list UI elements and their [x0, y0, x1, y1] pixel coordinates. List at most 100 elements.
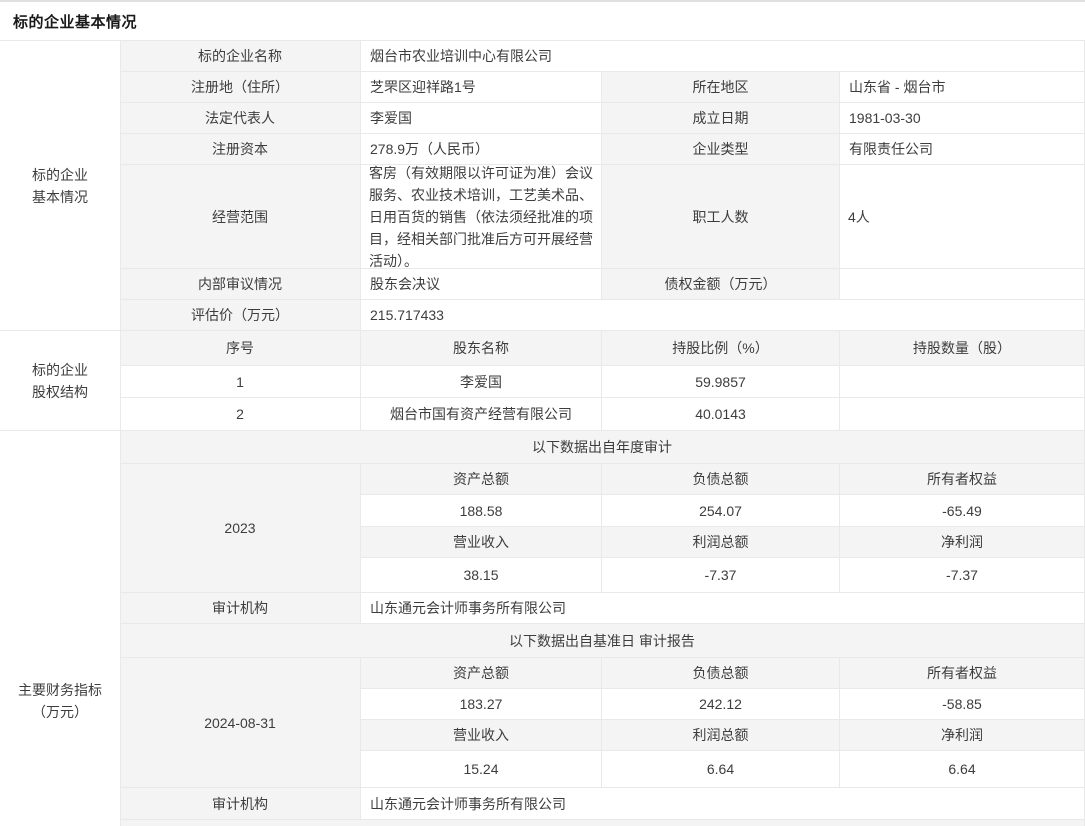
- finance-header-row: 营业收入 利润总额 净利润: [361, 720, 1085, 751]
- finance-header-total-liabilities: 负债总额: [602, 464, 840, 495]
- banner-row: 以下数据出自基准日 审计报告: [120, 624, 1085, 658]
- finance-header-net-profit: 净利润: [840, 527, 1085, 558]
- table-row: 审计机构 山东通元会计师事务所有限公司: [120, 788, 1085, 820]
- field-value-business-scope: 客房（有效期限以许可证为准）会议服务、农业技术培训，工艺美术品、日用百货的销售（…: [361, 165, 602, 269]
- finance-header-row: 资产总额 负债总额 所有者权益: [361, 658, 1085, 689]
- finance-block-annual: 2023 资产总额 负债总额 所有者权益 188.58 254.07 -65.4…: [120, 464, 1085, 593]
- field-label-business-scope: 经营范围: [120, 165, 361, 269]
- field-value-establish-date: 1981-03-30: [840, 103, 1085, 134]
- field-value-internal-review: 股东会决议: [361, 269, 602, 300]
- finance-header-total-profit: 利润总额: [602, 720, 840, 751]
- equity-ratio: 59.9857: [602, 366, 840, 398]
- equity-no: 2: [120, 398, 361, 431]
- field-label-company-name: 标的企业名称: [120, 41, 361, 72]
- finance-value-row: 183.27 242.12 -58.85: [361, 689, 1085, 720]
- equity-header-row: 序号 股东名称 持股比例（%） 持股数量（股）: [120, 331, 1085, 366]
- finance-header-total-profit: 利润总额: [602, 527, 840, 558]
- finance-header-total-liabilities: 负债总额: [602, 658, 840, 689]
- section-label-line: 股权结构: [32, 381, 88, 403]
- banner-annual-audit: 以下数据出自年度审计: [120, 431, 1085, 464]
- finance-header-owner-equity: 所有者权益: [840, 464, 1085, 495]
- field-label-internal-review: 内部审议情况: [120, 269, 361, 300]
- finance-value-net-profit: -7.37: [840, 558, 1085, 593]
- equity-shareholder-name: 烟台市国有资产经营有限公司: [361, 398, 602, 431]
- section-label-line: 主要财务指标: [18, 679, 102, 701]
- finance-header-net-profit: 净利润: [840, 720, 1085, 751]
- field-value-company-name: 烟台市农业培训中心有限公司: [361, 41, 1085, 72]
- finance-value-total-profit: 6.64: [602, 751, 840, 788]
- equity-ratio: 40.0143: [602, 398, 840, 431]
- table-row: 评估价（万元） 215.717433: [120, 300, 1085, 331]
- company-info-table: 标的企业 基本情况 标的企业 股权结构 主要财务指标 （万元） 标的企业名称 烟…: [0, 40, 1085, 826]
- finance-rows: 资产总额 负债总额 所有者权益 188.58 254.07 -65.49 营业收…: [361, 464, 1085, 593]
- field-value-staff-count: 4人: [840, 165, 1085, 269]
- table-row: 内部审议情况 股东会决议 债权金额（万元）: [120, 269, 1085, 300]
- company-profile-page: 标的企业基本情况 标的企业 基本情况 标的企业 股权结构 主要财务指标 （万元）…: [0, 0, 1085, 826]
- equity-quantity: [840, 366, 1085, 398]
- finance-header-owner-equity: 所有者权益: [840, 658, 1085, 689]
- field-value-debt-amount: [840, 269, 1085, 300]
- finance-value-row: 15.24 6.64 6.64: [361, 751, 1085, 788]
- field-label-registered-capital: 注册资本: [120, 134, 361, 165]
- section-label-line: 标的企业: [32, 164, 88, 186]
- equity-header-quantity: 持股数量（股）: [840, 331, 1085, 366]
- finance-rows: 资产总额 负债总额 所有者权益 183.27 242.12 -58.85 营业收…: [361, 658, 1085, 788]
- field-label-audit-agency: 审计机构: [120, 593, 361, 624]
- section-label-equity-structure: 标的企业 股权结构: [0, 331, 121, 431]
- section-label-financial-indicators: 主要财务指标 （万元）: [0, 431, 121, 826]
- finance-header-total-assets: 资产总额: [361, 658, 602, 689]
- clipped-row-cell: [120, 820, 1085, 826]
- field-value-company-type: 有限责任公司: [840, 134, 1085, 165]
- banner-baseline-audit: 以下数据出自基准日 审计报告: [120, 624, 1085, 658]
- finance-value-row: 38.15 -7.37 -7.37: [361, 558, 1085, 593]
- table-row: 审计机构 山东通元会计师事务所有限公司: [120, 593, 1085, 624]
- equity-row: 2 烟台市国有资产经营有限公司 40.0143: [120, 398, 1085, 431]
- finance-value-total-profit: -7.37: [602, 558, 840, 593]
- field-value-registered-address: 芝罘区迎祥路1号: [361, 72, 602, 103]
- field-value-audit-agency: 山东通元会计师事务所有限公司: [361, 593, 1085, 624]
- banner-row: 以下数据出自年度审计: [120, 431, 1085, 464]
- finance-value-revenue: 15.24: [361, 751, 602, 788]
- finance-header-row: 资产总额 负债总额 所有者权益: [361, 464, 1085, 495]
- table-row: 经营范围 客房（有效期限以许可证为准）会议服务、农业技术培训，工艺美术品、日用百…: [120, 165, 1085, 269]
- finance-value-total-assets: 188.58: [361, 495, 602, 527]
- table-row: 注册资本 278.9万（人民币） 企业类型 有限责任公司: [120, 134, 1085, 165]
- finance-value-total-liabilities: 254.07: [602, 495, 840, 527]
- finance-value-owner-equity: -65.49: [840, 495, 1085, 527]
- field-value-registered-capital: 278.9万（人民币）: [361, 134, 602, 165]
- finance-period: 2023: [120, 464, 361, 593]
- finance-header-row: 营业收入 利润总额 净利润: [361, 527, 1085, 558]
- field-label-audit-agency: 审计机构: [120, 788, 361, 820]
- field-value-legal-representative: 李爱国: [361, 103, 602, 134]
- finance-value-net-profit: 6.64: [840, 751, 1085, 788]
- field-label-staff-count: 职工人数: [602, 165, 840, 269]
- page-title: 标的企业基本情况: [13, 11, 137, 32]
- finance-value-total-assets: 183.27: [361, 689, 602, 720]
- section-label-line: 基本情况: [32, 186, 88, 208]
- section-label-line: 标的企业: [32, 359, 88, 381]
- table-row: 标的企业名称 烟台市农业培训中心有限公司: [120, 41, 1085, 72]
- finance-header-revenue: 营业收入: [361, 720, 602, 751]
- clipped-row: [120, 820, 1085, 826]
- field-label-appraisal-price: 评估价（万元）: [120, 300, 361, 331]
- title-bar: 标的企业基本情况: [0, 2, 1085, 40]
- finance-value-owner-equity: -58.85: [840, 689, 1085, 720]
- field-value-appraisal-price: 215.717433: [361, 300, 1085, 331]
- finance-value-revenue: 38.15: [361, 558, 602, 593]
- section-label-line: （万元）: [32, 701, 88, 723]
- finance-value-row: 188.58 254.07 -65.49: [361, 495, 1085, 527]
- equity-header-shareholder-name: 股东名称: [361, 331, 602, 366]
- field-value-audit-agency: 山东通元会计师事务所有限公司: [361, 788, 1085, 820]
- finance-header-total-assets: 资产总额: [361, 464, 602, 495]
- finance-header-revenue: 营业收入: [361, 527, 602, 558]
- field-label-debt-amount: 债权金额（万元）: [602, 269, 840, 300]
- equity-header-no: 序号: [120, 331, 361, 366]
- field-value-region: 山东省 - 烟台市: [840, 72, 1085, 103]
- table-row: 法定代表人 李爱国 成立日期 1981-03-30: [120, 103, 1085, 134]
- equity-shareholder-name: 李爱国: [361, 366, 602, 398]
- field-label-legal-representative: 法定代表人: [120, 103, 361, 134]
- finance-period: 2024-08-31: [120, 658, 361, 788]
- finance-value-total-liabilities: 242.12: [602, 689, 840, 720]
- field-label-registered-address: 注册地（住所）: [120, 72, 361, 103]
- equity-row: 1 李爱国 59.9857: [120, 366, 1085, 398]
